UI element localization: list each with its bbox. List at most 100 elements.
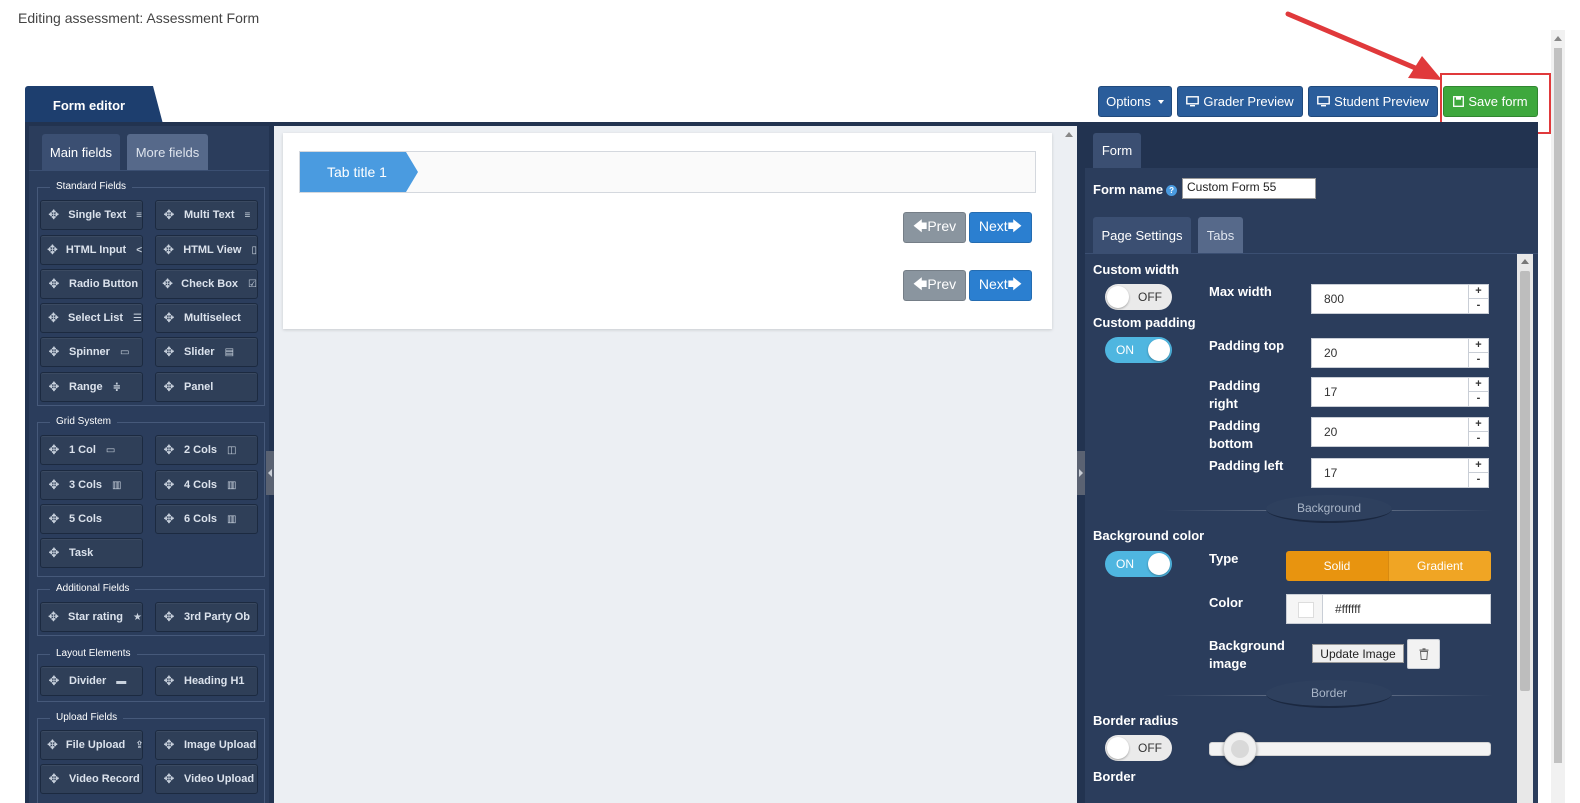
collapse-right-panel-handle[interactable] bbox=[1077, 451, 1085, 495]
options-button[interactable]: Options bbox=[1098, 86, 1172, 117]
background-color-toggle[interactable]: ON bbox=[1105, 551, 1172, 577]
field-single-text[interactable]: ✥ Single Text ≡ bbox=[40, 200, 143, 230]
increment-button[interactable]: + bbox=[1468, 418, 1488, 432]
field-1-col[interactable]: ✥ 1 Col ▭ bbox=[40, 435, 143, 465]
annotation-arrow-icon bbox=[1285, 11, 1442, 80]
field-label: Select List bbox=[68, 312, 124, 324]
padding-left-input[interactable]: 17 + - bbox=[1311, 458, 1489, 488]
tab-form-editor[interactable]: Form editor bbox=[25, 86, 163, 124]
field-check-box[interactable]: ✥ Check Box ☑ bbox=[155, 269, 258, 299]
move-icon: ✥ bbox=[48, 379, 60, 394]
next-button[interactable]: Next🡆 bbox=[969, 212, 1032, 243]
move-icon: ✥ bbox=[48, 207, 60, 222]
form-tab-title[interactable]: Tab title 1 bbox=[300, 152, 418, 192]
custom-width-toggle[interactable]: OFF bbox=[1105, 284, 1172, 310]
prev-button[interactable]: 🡄Prev bbox=[903, 212, 966, 243]
one-column-icon: ▭ bbox=[105, 444, 116, 456]
color-input[interactable]: #ffffff bbox=[1286, 594, 1491, 624]
app-root: Editing assessment: Assessment Form Form… bbox=[0, 0, 1580, 803]
scroll-up-icon[interactable] bbox=[1554, 36, 1562, 41]
field-star-rating[interactable]: ✥ Star rating ★ bbox=[40, 602, 143, 632]
padding-right-input[interactable]: 17 + - bbox=[1311, 377, 1489, 407]
page-scrollbar[interactable] bbox=[1551, 30, 1565, 803]
field-4-cols[interactable]: ✥ 4 Cols ▥ bbox=[155, 470, 258, 500]
field-video-upload[interactable]: ✥ Video Upload bbox=[155, 764, 258, 794]
spinner-icon: ▭ bbox=[119, 346, 130, 358]
move-icon: ✥ bbox=[48, 673, 60, 688]
fields-palette: Main fields More fields Standard Fields … bbox=[29, 126, 269, 803]
type-option-gradient[interactable]: Gradient bbox=[1388, 551, 1491, 581]
field-5-cols[interactable]: ✥ 5 Cols bbox=[40, 504, 143, 534]
field-panel[interactable]: ✥ Panel bbox=[155, 372, 258, 402]
toggle-knob bbox=[1107, 737, 1129, 759]
prev-button-bottom[interactable]: 🡄Prev bbox=[903, 270, 966, 301]
move-icon: ✥ bbox=[163, 477, 175, 492]
decrement-button[interactable]: - bbox=[1468, 473, 1488, 487]
decrement-button[interactable]: - bbox=[1468, 432, 1488, 446]
field-label: 5 Cols bbox=[69, 513, 103, 525]
background-color-label: Background color bbox=[1093, 528, 1205, 543]
custom-padding-toggle[interactable]: ON bbox=[1105, 337, 1172, 363]
field-html-view[interactable]: ✥ HTML View ▯ bbox=[155, 235, 258, 265]
field-file-upload[interactable]: ✥ File Upload ⇪ bbox=[40, 730, 143, 760]
max-width-input[interactable]: 800 + - bbox=[1311, 284, 1489, 314]
increment-button[interactable]: + bbox=[1468, 285, 1488, 299]
field-slider[interactable]: ✥ Slider ▤ bbox=[155, 337, 258, 367]
border-radius-slider-handle[interactable] bbox=[1223, 732, 1257, 766]
field-label: 2 Cols bbox=[184, 444, 218, 456]
field-task[interactable]: ✥ Task bbox=[40, 538, 143, 568]
field-video-record[interactable]: ✥ Video Record bbox=[40, 764, 143, 794]
field-select-list[interactable]: ✥ Select List ☰ bbox=[40, 303, 143, 333]
grader-preview-button[interactable]: Grader Preview bbox=[1177, 86, 1303, 117]
field-multiselect[interactable]: ✥ Multiselect bbox=[155, 303, 258, 333]
scrollbar-thumb[interactable] bbox=[1520, 271, 1530, 691]
scroll-up-icon[interactable] bbox=[1521, 259, 1529, 264]
decrement-button[interactable]: - bbox=[1468, 353, 1488, 367]
move-icon: ✥ bbox=[163, 511, 175, 526]
save-form-button[interactable]: Save form bbox=[1443, 86, 1538, 117]
tab-tabs[interactable]: Tabs bbox=[1198, 217, 1243, 253]
border-radius-toggle[interactable]: OFF bbox=[1105, 735, 1172, 761]
scroll-up-icon[interactable] bbox=[1065, 132, 1073, 137]
field-image-upload[interactable]: ✥ Image Upload bbox=[155, 730, 258, 760]
collapse-left-panel-handle[interactable] bbox=[266, 451, 274, 495]
field-6-cols[interactable]: ✥ 6 Cols ▥ bbox=[155, 504, 258, 534]
next-button-bottom[interactable]: Next🡆 bbox=[969, 270, 1032, 301]
padding-bottom-input[interactable]: 20 + - bbox=[1311, 417, 1489, 447]
field-3-cols[interactable]: ✥ 3 Cols ▥ bbox=[40, 470, 143, 500]
student-preview-button[interactable]: Student Preview bbox=[1308, 86, 1438, 117]
field-spinner[interactable]: ✥ Spinner ▭ bbox=[40, 337, 143, 367]
tab-page-settings[interactable]: Page Settings bbox=[1093, 217, 1191, 253]
increment-button[interactable]: + bbox=[1468, 378, 1488, 392]
field-label: Spinner bbox=[69, 346, 110, 358]
decrement-button[interactable]: - bbox=[1468, 392, 1488, 406]
type-option-solid[interactable]: Solid bbox=[1286, 551, 1388, 581]
form-name-input[interactable]: Custom Form 55 bbox=[1182, 178, 1316, 199]
color-label: Color bbox=[1209, 595, 1243, 610]
field-radio-button[interactable]: ✥ Radio Button bbox=[40, 269, 143, 299]
tab-more-fields[interactable]: More fields bbox=[127, 134, 208, 170]
increment-button[interactable]: + bbox=[1468, 459, 1488, 473]
decrement-button[interactable]: - bbox=[1468, 299, 1488, 313]
field-html-input[interactable]: ✥ HTML Input </> bbox=[40, 235, 143, 265]
field-divider[interactable]: ✥ Divider ▬ bbox=[40, 666, 143, 696]
increment-button[interactable]: + bbox=[1468, 339, 1488, 353]
background-image-label: Background image bbox=[1209, 638, 1285, 671]
field-multi-text[interactable]: ✥ Multi Text ≡ bbox=[155, 200, 258, 230]
padding-top-input[interactable]: 20 + - bbox=[1311, 338, 1489, 368]
field-range[interactable]: ✥ Range ≑ bbox=[40, 372, 143, 402]
field-2-cols[interactable]: ✥ 2 Cols ◫ bbox=[155, 435, 258, 465]
page-scrollbar-thumb[interactable] bbox=[1554, 48, 1562, 763]
field-3rd-party-ob[interactable]: ✥ 3rd Party Ob bbox=[155, 602, 258, 632]
field-heading-h1[interactable]: ✥ Heading H1 bbox=[155, 666, 258, 696]
tab-form[interactable]: Form bbox=[1093, 133, 1141, 168]
toggle-state: OFF bbox=[1138, 741, 1162, 755]
update-image-button[interactable]: Update Image bbox=[1312, 644, 1404, 663]
group-title: Grid System bbox=[50, 416, 118, 427]
checkbox-icon: ☑ bbox=[248, 278, 257, 290]
color-swatch[interactable] bbox=[1287, 595, 1323, 623]
help-icon[interactable]: ? bbox=[1166, 185, 1178, 197]
properties-scrollbar[interactable] bbox=[1517, 254, 1533, 803]
delete-image-button[interactable] bbox=[1407, 639, 1440, 669]
tab-main-fields[interactable]: Main fields bbox=[42, 134, 120, 170]
